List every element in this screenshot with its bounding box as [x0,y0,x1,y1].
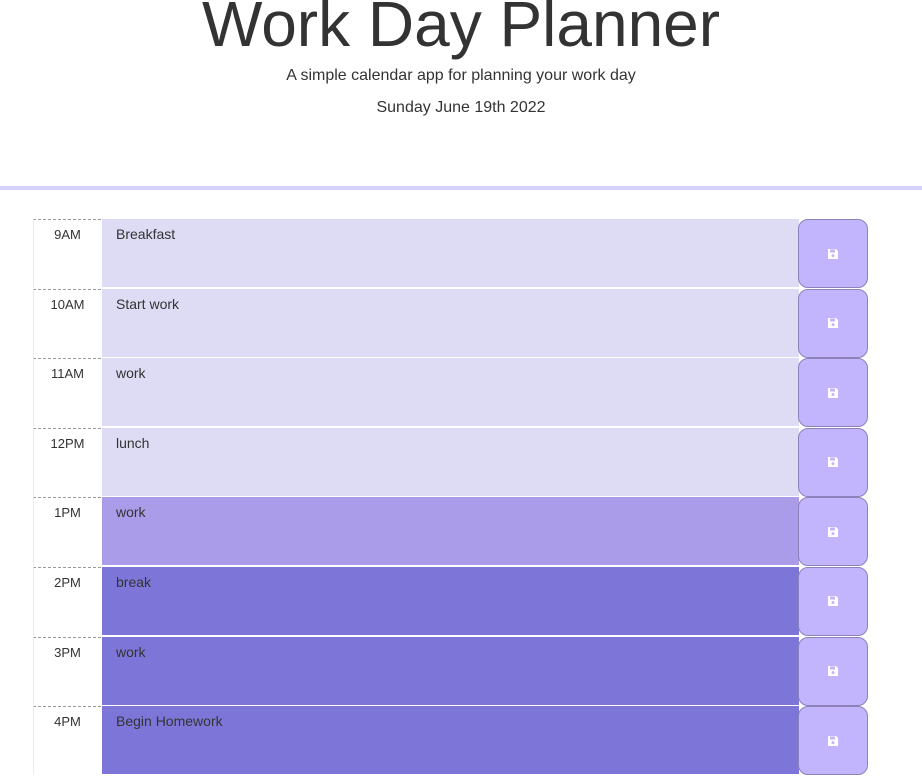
hour-label: 12PM [33,427,101,497]
save-button[interactable] [798,427,868,497]
time-block: 3PM work [33,636,868,706]
description-input[interactable]: work [102,636,799,706]
hour-label: 3PM [33,636,101,706]
save-button[interactable] [798,636,868,706]
description-input[interactable]: work [102,497,799,567]
floppy-disk-icon [827,456,839,468]
save-button[interactable] [798,288,868,358]
time-block: 10AM Start work [33,288,868,358]
save-button[interactable] [798,706,868,776]
hour-label: 10AM [33,288,101,358]
planner-container: 9AM Breakfast 10AM Start work 11AM work … [33,219,868,776]
page-subtitle: A simple calendar app for planning your … [286,67,636,84]
time-block: 12PM lunch [33,427,868,497]
floppy-disk-icon [827,665,839,677]
time-block: 9AM Breakfast [33,219,868,288]
save-button[interactable] [798,497,868,567]
description-input[interactable]: Breakfast [102,219,799,288]
time-block: 1PM work [33,497,868,567]
current-day: Sunday June 19th 2022 [376,99,546,116]
floppy-disk-icon [827,387,839,399]
description-input[interactable]: Start work [102,288,799,358]
page-title: Work Day Planner [201,0,721,60]
hour-label: 2PM [33,566,101,636]
time-block: 2PM break [33,566,868,636]
hour-label: 11AM [33,358,101,428]
floppy-disk-icon [827,735,839,747]
time-block: 4PM Begin Homework [33,706,868,776]
save-button[interactable] [798,358,868,428]
hour-label: 4PM [33,706,101,776]
hour-label: 9AM [33,219,101,288]
floppy-disk-icon [827,317,839,329]
floppy-disk-icon [827,248,839,260]
time-block: 11AM work [33,358,868,428]
description-input[interactable]: break [102,566,799,636]
description-input[interactable]: work [102,358,799,428]
floppy-disk-icon [827,526,839,538]
floppy-disk-icon [827,595,839,607]
description-input[interactable]: Begin Homework [102,706,799,776]
header: Work Day Planner A simple calendar app f… [0,0,922,190]
save-button[interactable] [798,219,868,288]
description-input[interactable]: lunch [102,427,799,497]
save-button[interactable] [798,566,868,636]
hour-label: 1PM [33,497,101,567]
